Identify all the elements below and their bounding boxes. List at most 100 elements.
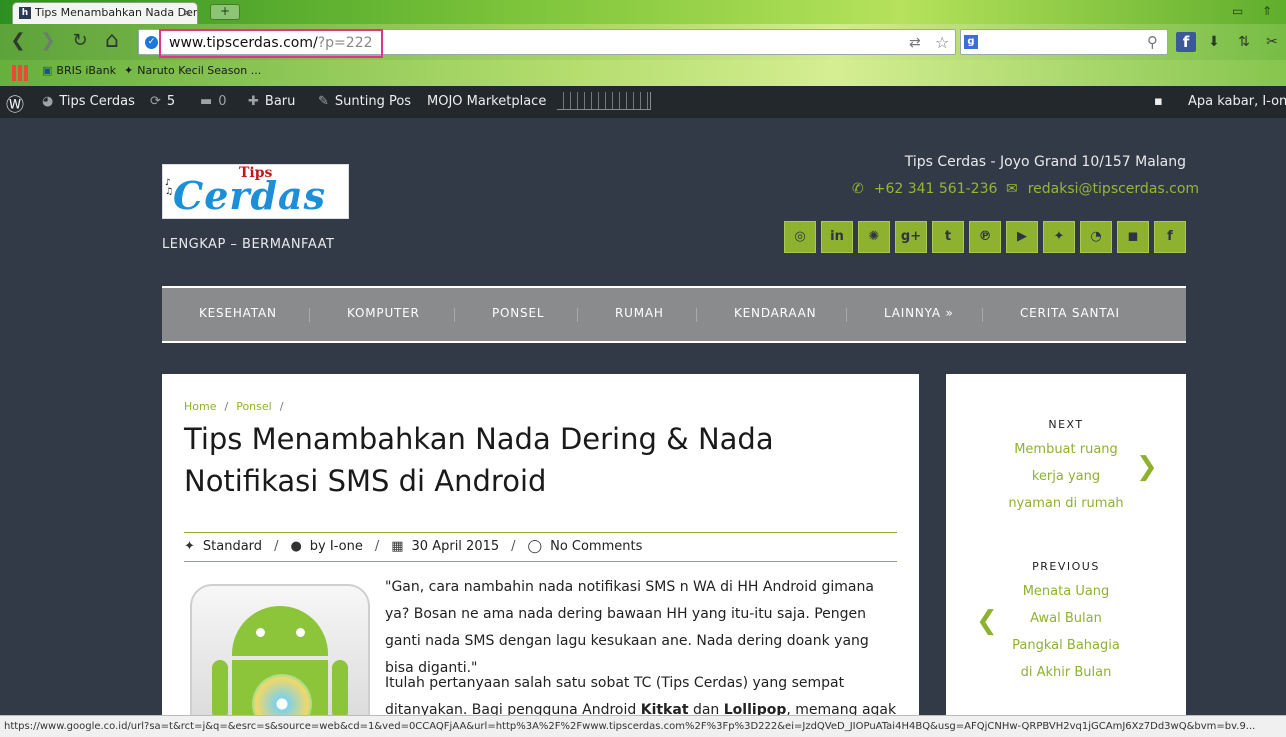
sync-extension-icon[interactable]: ⇅ <box>1234 32 1254 52</box>
stats-graph[interactable] <box>557 92 651 110</box>
nav-item-komputer[interactable]: KOMPUTER <box>347 306 420 320</box>
post-meta: ✦ Standard / ● by I-one / ▦ 30 April 2015/◯ No C… <box>184 532 897 562</box>
bookmark-star-icon[interactable]: ☆ <box>935 33 949 52</box>
breadcrumb: Home / Ponsel / <box>184 400 284 413</box>
rss-icon[interactable]: ◔ <box>1080 221 1112 253</box>
site-logo[interactable]: Tips ♪ ♫ Cerdas <box>162 164 349 219</box>
comment-icon: ◯ <box>527 539 543 554</box>
window-control-icon[interactable]: ⇑ <box>1262 4 1272 18</box>
facebook-icon[interactable]: f <box>1154 221 1186 253</box>
nav-item-kendaraan[interactable]: KENDARAAN <box>734 306 816 320</box>
back-icon[interactable]: ❮ <box>6 30 30 54</box>
calendar-icon: ▦ <box>391 539 404 554</box>
twitter-icon[interactable]: ✦ <box>1043 221 1075 253</box>
nav-item-rumah[interactable]: RUMAH <box>615 306 664 320</box>
post-date[interactable]: 30 April 2015 <box>412 539 500 554</box>
pinterest-icon[interactable]: ℗ <box>969 221 1001 253</box>
plus-icon: ✚ <box>248 94 259 109</box>
site-address: Tips Cerdas - Joyo Grand 10/157 Malang <box>904 154 1186 170</box>
previous-label: PREVIOUS <box>1032 560 1100 573</box>
article-paragraph-1: "Gan, cara nambahin nada notifikasi SMS … <box>385 579 874 676</box>
dribbble-icon[interactable]: ✺ <box>858 221 890 253</box>
tab-close-icon[interactable]: × <box>183 3 192 23</box>
apps-icon[interactable] <box>12 65 28 81</box>
admin-edit-post[interactable]: ✎ Sunting Pos <box>318 94 411 109</box>
reload-icon[interactable]: ↻ <box>68 30 92 54</box>
breadcrumb-home[interactable]: Home <box>184 400 216 413</box>
music-note-icon: ♪ ♫ <box>165 178 174 197</box>
logo-cerdas-text: Cerdas <box>173 173 327 218</box>
admin-greeting[interactable]: Apa kabar, I-one <box>1188 94 1286 109</box>
nav-item-lainnya[interactable]: LAINNYA » <box>884 306 954 320</box>
nav-divider <box>454 308 455 322</box>
bookmarks-bar: ▣ BRIS iBank ✦ Naruto Kecil Season ... <box>0 60 1286 86</box>
tumblr-icon[interactable]: t <box>932 221 964 253</box>
post-format[interactable]: Standard <box>203 539 262 554</box>
translate-icon[interactable]: ⇄ <box>909 35 921 51</box>
bank-icon: ▣ <box>42 64 53 77</box>
nav-item-cerita-santai[interactable]: CERITA SANTAI <box>1020 306 1120 320</box>
download-extension-icon[interactable]: ⬇ <box>1204 32 1224 52</box>
home-icon[interactable]: ⌂ <box>100 30 124 54</box>
email-contact[interactable]: ✉ redaksi@tipscerdas.com <box>1006 181 1199 197</box>
comments-icon: ▬ <box>200 94 213 109</box>
breadcrumb-ponsel[interactable]: Ponsel <box>236 400 272 413</box>
chat-icon[interactable]: ▭ <box>1232 4 1243 18</box>
nav-divider <box>696 308 697 322</box>
post-comments[interactable]: No Comments <box>550 539 642 554</box>
chevron-left-icon[interactable]: ❮ <box>976 606 998 636</box>
linkedin-icon[interactable]: in <box>821 221 853 253</box>
wp-admin-bar: Ⓦ ◕ Tips Cerdas ⟳ 5 ▬ 0 ✚ Baru ✎ Sunting Pos … <box>0 86 1286 118</box>
browser-tab-bar: h Tips Menambahkan Nada Dering × + ▭ ⇑ <box>0 0 1286 24</box>
instagram-icon[interactable]: ◎ <box>784 221 816 253</box>
user-icon: ● <box>290 539 302 554</box>
pencil-icon: ✎ <box>318 94 329 109</box>
address-bar[interactable]: ✓ www.tipscerdas.com/?p=222 ⇄ ☆ <box>138 29 956 58</box>
bookmark-naruto[interactable]: ✦ Naruto Kecil Season ... <box>124 64 261 77</box>
tools-extension-icon[interactable]: ✂ <box>1262 32 1282 52</box>
phone-contact[interactable]: ✆ +62 341 561-236 <box>852 181 997 197</box>
admin-comments[interactable]: ▬ 0 <box>200 94 227 109</box>
article-content: Home / Ponsel / Tips Menambahkan Nada Derin… <box>162 374 919 737</box>
admin-marketplace[interactable]: MOJO Marketplace <box>427 94 546 109</box>
android-arm-shape <box>212 660 228 720</box>
dashboard-icon: ◕ <box>42 94 54 109</box>
nav-divider <box>982 308 983 322</box>
google-plus-icon[interactable]: g+ <box>895 221 927 253</box>
email-icon: ✉ <box>1006 181 1018 197</box>
admin-site-name[interactable]: ◕ Tips Cerdas <box>42 94 135 109</box>
admin-new[interactable]: ✚ Baru <box>248 94 295 109</box>
google-icon[interactable]: g <box>964 35 978 49</box>
post-author[interactable]: by I-one <box>310 539 363 554</box>
bookmark-bris[interactable]: ▣ BRIS iBank <box>42 64 116 77</box>
verified-badge-icon: ✓ <box>145 36 158 49</box>
post-navigation-sidebar: NEXT Membuat ruang kerja yang nyaman di … <box>946 374 1186 737</box>
search-icon[interactable]: ⚲ <box>1147 33 1158 51</box>
url-text[interactable]: www.tipscerdas.com/?p=222 <box>169 35 373 51</box>
android-eye-shape <box>296 628 305 637</box>
forward-icon[interactable]: ❯ <box>36 30 60 54</box>
youtube-icon[interactable]: ▶ <box>1006 221 1038 253</box>
browser-tab[interactable]: h Tips Menambahkan Nada Dering × <box>12 2 198 24</box>
wordpress-icon[interactable]: Ⓦ <box>6 91 24 117</box>
pin-icon: ✦ <box>184 539 195 554</box>
new-tab-button[interactable]: + <box>210 4 240 20</box>
post-title: Tips Menambahkan Nada Dering & Nada Noti… <box>184 422 774 498</box>
phone-icon: ✆ <box>852 181 864 197</box>
search-box[interactable]: g ⚲ <box>960 29 1168 55</box>
avatar[interactable]: ▪ <box>1154 94 1163 109</box>
tab-title: Tips Menambahkan Nada Dering <box>35 6 198 19</box>
admin-updates[interactable]: ⟳ 5 <box>150 94 175 109</box>
browser-toolbar: ❮ ❯ ↻ ⌂ ✓ www.tipscerdas.com/?p=222 ⇄ ☆ … <box>0 24 1286 60</box>
shuriken-icon: ✦ <box>124 64 134 77</box>
chevron-right-icon[interactable]: ❯ <box>1136 452 1158 482</box>
nav-divider <box>577 308 578 322</box>
next-post-link[interactable]: Membuat ruang kerja yang nyaman di rumah <box>1006 436 1126 517</box>
nav-item-ponsel[interactable]: PONSEL <box>492 306 544 320</box>
browser-status-bar: https://www.google.co.id/url?sa=t&rct=j&… <box>0 715 1286 737</box>
previous-post-link[interactable]: Menata Uang Awal Bulan Pangkal Bahagia d… <box>1006 578 1126 686</box>
flickr-icon[interactable]: ◼ <box>1117 221 1149 253</box>
facebook-extension-icon[interactable]: f <box>1176 32 1196 52</box>
site-favicon-icon: h <box>19 7 31 19</box>
nav-item-kesehatan[interactable]: KESEHATAN <box>199 306 277 320</box>
